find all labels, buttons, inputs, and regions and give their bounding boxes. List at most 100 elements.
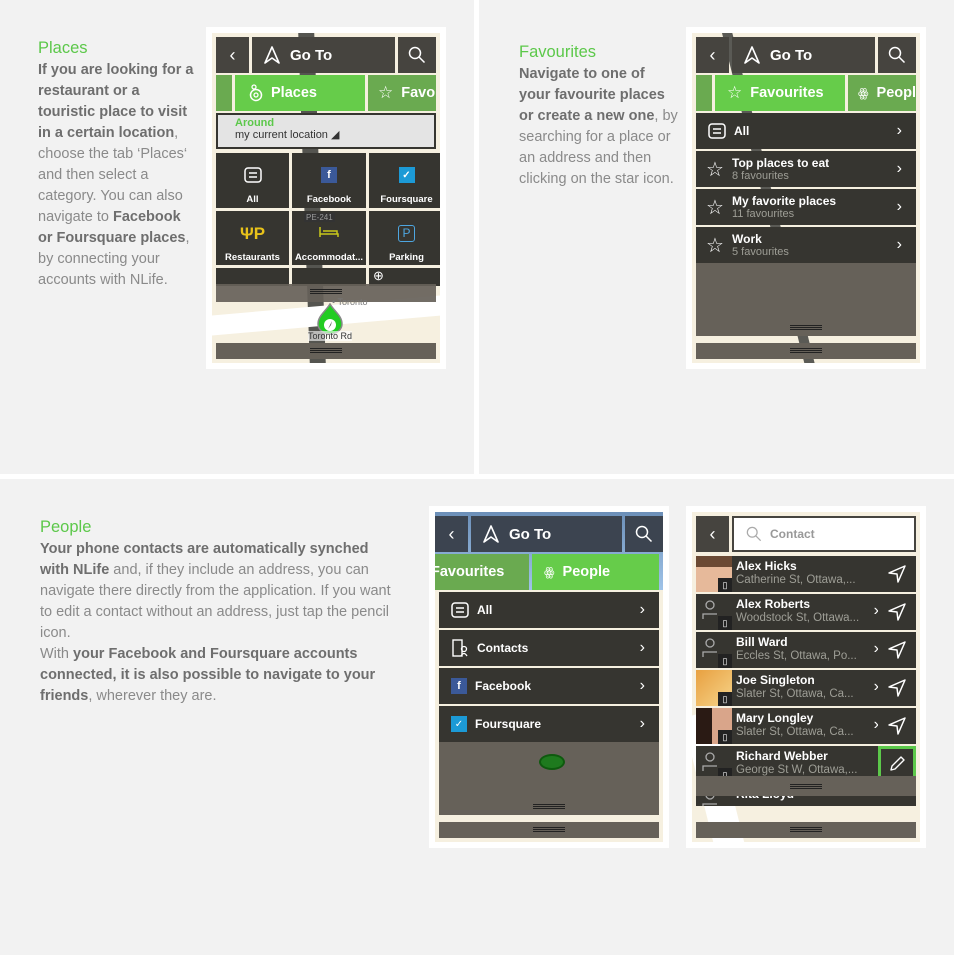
address-book-icon bbox=[452, 639, 468, 657]
foursquare-label: Foursquare bbox=[475, 717, 542, 731]
chevron-right-icon: › bbox=[896, 160, 902, 177]
favourites-drawer[interactable] bbox=[696, 263, 916, 336]
people-all-row[interactable]: All › bbox=[439, 592, 659, 628]
contact-search-wrapper: Contact bbox=[732, 516, 916, 552]
drag-handle-icon bbox=[310, 348, 342, 353]
goto-label: Go To bbox=[290, 46, 333, 64]
category-foursquare[interactable]: ✓ Foursquare bbox=[369, 153, 440, 208]
all-label: All bbox=[734, 124, 750, 138]
chevron-right-icon: › bbox=[639, 601, 645, 618]
facebook-icon: f bbox=[321, 167, 337, 183]
bottom-drawer[interactable] bbox=[696, 343, 916, 359]
contact-address: Woodstock St, Ottawa... bbox=[736, 612, 860, 624]
contact-row[interactable]: ▯ Alex Roberts Woodstock St, Ottawa... › bbox=[696, 594, 916, 630]
favourite-list-row[interactable]: ☆ Top places to eat 8 favourites › bbox=[696, 151, 916, 187]
goto-label: Go To bbox=[509, 525, 552, 543]
star-icon: ☆ bbox=[378, 83, 394, 102]
navigate-arrow-icon bbox=[888, 641, 906, 659]
back-button[interactable]: ‹ bbox=[696, 516, 729, 552]
chevron-right-icon: › bbox=[639, 639, 645, 656]
goto-button[interactable]: Go To bbox=[252, 37, 395, 73]
navigate-to-contact-button[interactable] bbox=[878, 670, 916, 706]
search-icon bbox=[746, 526, 762, 542]
person-placeholder-icon bbox=[702, 752, 718, 777]
bottom-drawer[interactable] bbox=[439, 822, 659, 838]
contact-details[interactable]: ▯ Joe Singleton Slater St, Ottawa, Ca... › bbox=[696, 670, 885, 706]
tab-previous[interactable] bbox=[696, 75, 712, 111]
address-book-badge-icon: ▯ bbox=[718, 616, 732, 630]
contact-search-input[interactable]: Contact bbox=[734, 518, 914, 550]
tab-places[interactable]: Places bbox=[235, 75, 365, 111]
people-title: People bbox=[40, 518, 92, 536]
top-bar: ‹ Go To bbox=[435, 516, 663, 552]
back-button[interactable]: ‹ bbox=[696, 37, 729, 73]
location-pin-icon bbox=[539, 754, 565, 770]
people-description: People Your phone contacts are automatic… bbox=[40, 517, 400, 707]
search-button[interactable] bbox=[625, 516, 663, 552]
drag-handle-icon bbox=[790, 348, 822, 353]
people-foursquare-row[interactable]: ✓ Foursquare › bbox=[439, 706, 659, 742]
goto-button[interactable]: Go To bbox=[471, 516, 622, 552]
places-screen: ‹ Go To Places ☆ Favou bbox=[212, 33, 440, 363]
around-location-selector[interactable]: Around my current location ◢ bbox=[218, 115, 434, 147]
tab-previous[interactable] bbox=[216, 75, 232, 111]
chevron-left-icon: ‹ bbox=[229, 44, 236, 65]
tab-people[interactable]: ꙮ People bbox=[848, 75, 916, 111]
people-facebook-row[interactable]: f Facebook › bbox=[439, 668, 659, 704]
chevron-left-icon: ‹ bbox=[709, 523, 716, 544]
avatar: ▯ bbox=[696, 594, 732, 630]
back-button[interactable]: ‹ bbox=[216, 37, 249, 73]
bottom-drawer[interactable] bbox=[696, 822, 916, 838]
tab-people[interactable]: ꙮ People bbox=[532, 554, 659, 590]
contact-address: Slater St, Ottawa, Ca... bbox=[736, 726, 854, 738]
navigate-to-contact-button[interactable] bbox=[878, 632, 916, 668]
plus-circle-icon: ⊕ bbox=[373, 268, 384, 283]
contact-row[interactable]: ▯ Joe Singleton Slater St, Ottawa, Ca... › bbox=[696, 670, 916, 706]
chevron-right-icon: › bbox=[639, 677, 645, 694]
facebook-label: Facebook bbox=[475, 679, 532, 693]
category-parking[interactable]: P Parking bbox=[369, 211, 440, 265]
navigate-to-contact-button[interactable] bbox=[878, 556, 916, 592]
search-button[interactable] bbox=[398, 37, 436, 73]
contact-details[interactable]: ▯ Alex Hicks Catherine St, Ottawa,... bbox=[696, 556, 885, 592]
goto-button[interactable]: Go To bbox=[732, 37, 875, 73]
tab-favourites[interactable]: ☆ Favourites bbox=[715, 75, 845, 111]
tab-favourites[interactable]: Favourites bbox=[435, 554, 529, 590]
contact-name: Alex Roberts bbox=[736, 597, 811, 611]
contact-details[interactable]: ▯ Alex Roberts Woodstock St, Ottawa... › bbox=[696, 594, 885, 630]
category-all[interactable]: All bbox=[216, 153, 289, 208]
contact-details[interactable]: ▯ Mary Longley Slater St, Ottawa, Ca... › bbox=[696, 708, 885, 744]
contact-details[interactable]: ▯ Bill Ward Eccles St, Ottawa, Po... › bbox=[696, 632, 885, 668]
contact-row[interactable]: ▯ Mary Longley Slater St, Ottawa, Ca... › bbox=[696, 708, 916, 744]
people-phone-screenshot: ‹ Go To Favourites ꙮ People All › Contac… bbox=[429, 506, 669, 848]
people-contacts-row[interactable]: Contacts › bbox=[439, 630, 659, 666]
favourite-list-name: My favorite places bbox=[732, 194, 837, 208]
top-bar: ‹ Go To bbox=[216, 37, 436, 73]
avatar: ▯ bbox=[696, 556, 732, 592]
bottom-drawer[interactable] bbox=[216, 343, 436, 359]
navigate-to-contact-button[interactable] bbox=[878, 594, 916, 630]
categories-drawer-handle[interactable] bbox=[216, 284, 436, 302]
category-restaurants[interactable]: ΨP Restaurants bbox=[216, 211, 289, 265]
people-drawer[interactable] bbox=[439, 742, 659, 815]
category-facebook[interactable]: f Facebook bbox=[292, 153, 366, 208]
contacts-drawer[interactable] bbox=[696, 776, 916, 796]
drag-handle-icon bbox=[310, 289, 342, 294]
contacts-screen: ‹ Contact ▯ Alex Hicks Catherine St, Ottaw… bbox=[692, 512, 920, 842]
map-road-label: Toronto Rd bbox=[308, 331, 353, 341]
contact-row[interactable]: ▯ Bill Ward Eccles St, Ottawa, Po... › bbox=[696, 632, 916, 668]
back-button[interactable]: ‹ bbox=[435, 516, 468, 552]
search-button[interactable] bbox=[878, 37, 916, 73]
favourite-list-row[interactable]: ☆ My favorite places 11 favourites › bbox=[696, 189, 916, 225]
contact-row[interactable]: ▯ Alex Hicks Catherine St, Ottawa,... bbox=[696, 556, 916, 592]
category-accommodation[interactable]: PE-241 Accommodat... bbox=[292, 211, 366, 265]
contacts-label: Contacts bbox=[477, 641, 529, 655]
navigate-arrow-icon bbox=[888, 603, 906, 621]
favourites-all-row[interactable]: All › bbox=[696, 113, 916, 149]
navigate-to-contact-button[interactable] bbox=[878, 708, 916, 744]
favourite-list-row[interactable]: ☆ Work 5 favourites › bbox=[696, 227, 916, 263]
category-foursquare-label: Foursquare bbox=[380, 194, 433, 205]
star-icon: ☆ bbox=[706, 158, 724, 181]
tab-favourites[interactable]: ☆ Favou bbox=[368, 75, 436, 111]
places-title: Places bbox=[38, 39, 88, 57]
